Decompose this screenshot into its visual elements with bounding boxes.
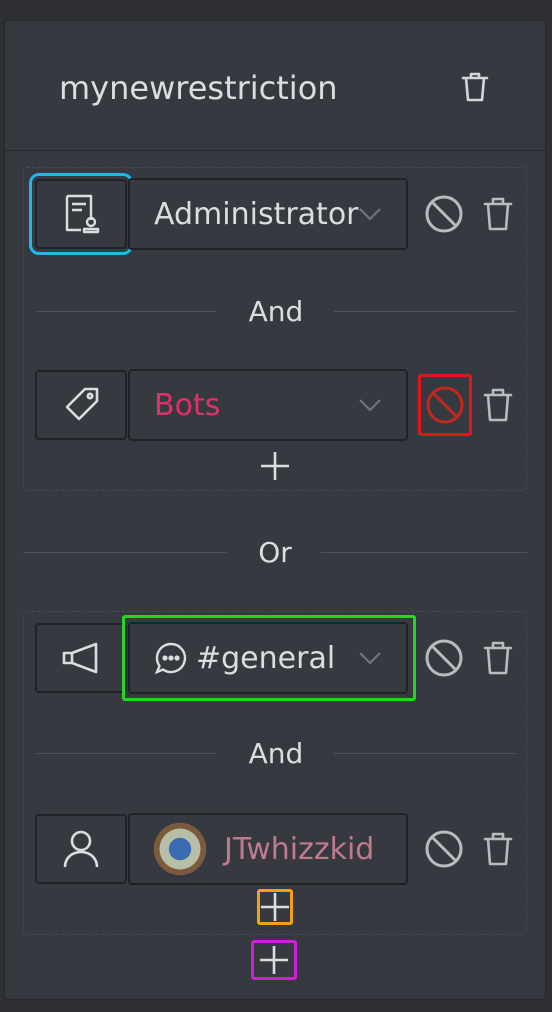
and-separator: And — [36, 736, 516, 770]
tag-icon — [65, 387, 99, 421]
role-badge-icon — [65, 194, 100, 234]
block-icon — [425, 639, 463, 677]
block-icon — [426, 386, 464, 424]
restriction-title: mynewrestriction — [59, 69, 338, 107]
delete-condition-button[interactable] — [480, 194, 520, 234]
condition-value-select[interactable]: Bots — [128, 369, 408, 441]
condition-type-button[interactable] — [35, 814, 127, 884]
condition-type-button[interactable] — [29, 173, 133, 255]
add-group-button[interactable] — [258, 944, 290, 976]
chevron-down-icon — [359, 208, 381, 221]
negate-button[interactable] — [424, 638, 464, 678]
plus-icon — [261, 893, 289, 921]
condition-value: #general — [196, 640, 336, 676]
megaphone-icon — [62, 642, 98, 674]
user-icon — [63, 830, 99, 868]
avatar — [154, 823, 206, 875]
delete-restriction-button[interactable] — [457, 69, 493, 105]
and-separator: And — [36, 294, 516, 328]
delete-condition-button[interactable] — [480, 829, 520, 869]
delete-condition-button[interactable] — [480, 638, 520, 678]
trash-icon — [483, 641, 513, 675]
restriction-panel: mynewrestriction Administrator And Bots … — [4, 20, 546, 1000]
plus-icon — [261, 452, 289, 480]
trash-icon — [461, 72, 489, 102]
block-icon — [425, 830, 463, 868]
or-separator: Or — [23, 535, 527, 569]
add-condition-button[interactable] — [259, 450, 291, 482]
negate-button[interactable] — [425, 385, 465, 425]
plus-icon — [260, 946, 288, 974]
condition-value: Administrator — [154, 196, 359, 232]
restriction-header: mynewrestriction — [5, 21, 545, 151]
chevron-down-icon — [359, 652, 381, 665]
condition-type-button[interactable] — [35, 623, 127, 693]
condition-type-button[interactable] — [35, 370, 127, 440]
trash-icon — [483, 197, 513, 231]
chevron-down-icon — [359, 399, 381, 412]
condition-group-2: #general And JTwhizzkid — [23, 611, 527, 935]
channel-select[interactable]: #general — [128, 622, 408, 694]
or-label: Or — [258, 535, 292, 569]
user-select[interactable]: JTwhizzkid — [128, 813, 408, 885]
trash-icon — [483, 388, 513, 422]
negate-button[interactable] — [424, 829, 464, 869]
delete-condition-button[interactable] — [480, 385, 520, 425]
negate-button[interactable] — [424, 194, 464, 234]
condition-value: JTwhizzkid — [224, 831, 375, 867]
condition-value-select[interactable]: Administrator — [128, 178, 408, 250]
and-label: And — [248, 294, 304, 328]
condition-group-1: Administrator And Bots — [23, 167, 527, 491]
add-condition-button[interactable] — [259, 891, 291, 923]
block-icon — [425, 195, 463, 233]
trash-icon — [483, 832, 513, 866]
and-label: And — [248, 736, 304, 770]
chat-bubble-icon — [154, 642, 187, 675]
condition-value: Bots — [154, 387, 221, 423]
